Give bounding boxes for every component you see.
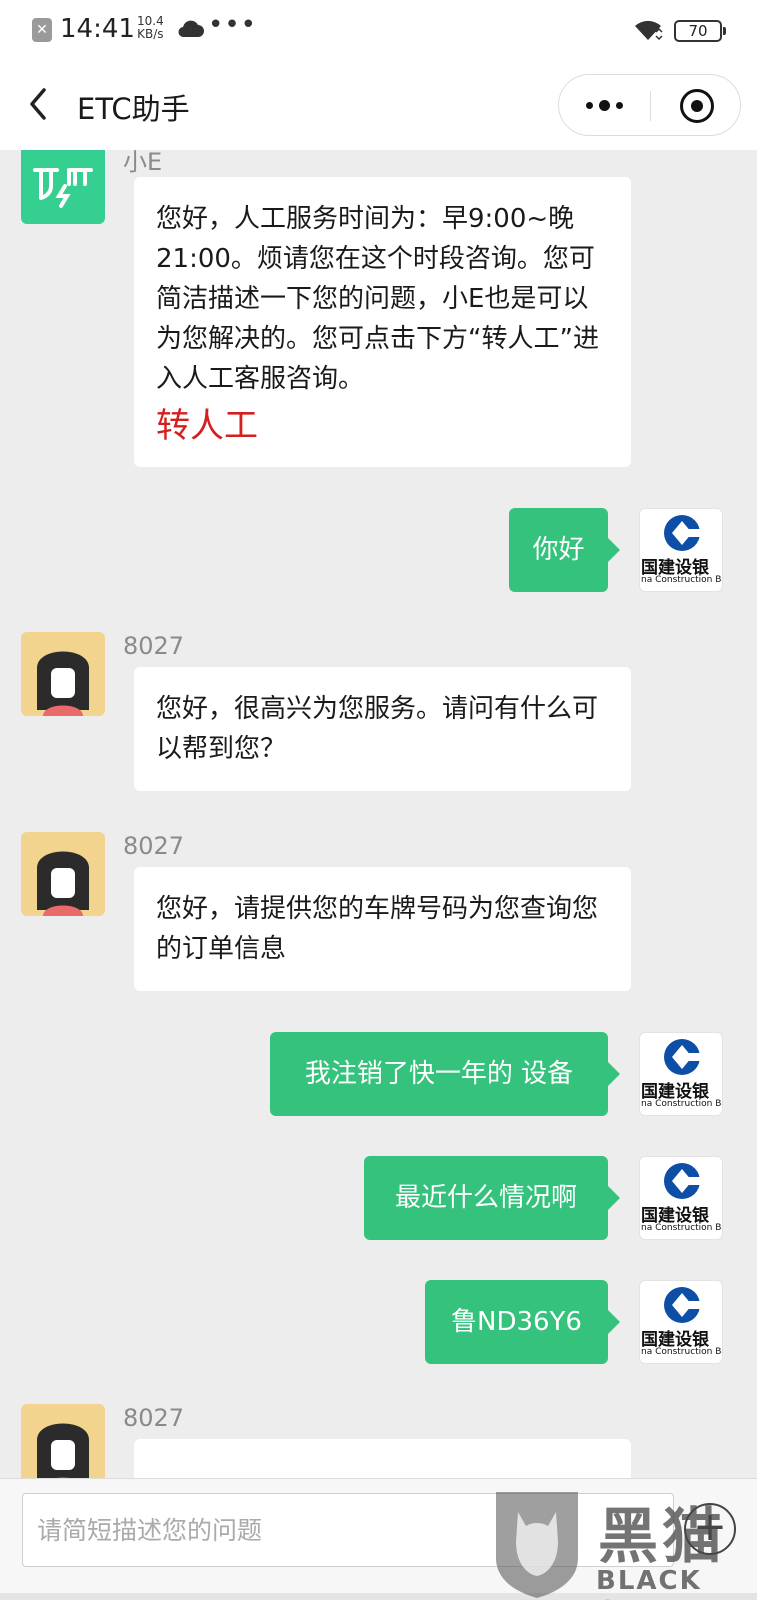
status-bar: ✕ 14:41 10.4 KB/s ••• 70 <box>0 0 757 62</box>
agent-avatar[interactable] <box>21 632 105 716</box>
agent-avatar[interactable] <box>21 1404 105 1478</box>
message-input[interactable] <box>22 1493 674 1567</box>
status-more: ••• <box>208 10 258 40</box>
cloud-icon <box>178 20 204 38</box>
message-text: 您好，很高兴为您服务。请问有什么可以帮到您？ <box>156 694 599 764</box>
girl-avatar-icon <box>37 1423 89 1478</box>
message-text: 您好，人工服务时间为：早9:00~晚21:00。烦请您在这个时段咨询。您可简洁描… <box>156 204 599 394</box>
ccb-name-en: na Construction Ba <box>641 1099 723 1109</box>
sender-name: 8027 <box>123 832 185 860</box>
sender-name: 8027 <box>123 1404 185 1432</box>
message-bubble-outgoing: 你好 <box>509 508 620 592</box>
user-avatar[interactable]: 国建设银 na Construction Ba <box>639 1032 723 1116</box>
capsule-divider <box>650 91 651 121</box>
message-bubble: 您好，很高兴为您服务。请问有什么可以帮到您？ <box>134 667 631 791</box>
ccb-name-en: na Construction Ba <box>641 1347 723 1357</box>
message-bubble: 您好，人工服务时间为：早9:00~晚21:00。烦请您在这个时段咨询。您可简洁描… <box>134 177 631 467</box>
mini-program-capsule <box>558 74 741 136</box>
more-icon[interactable] <box>584 75 624 135</box>
sender-name: 小E <box>123 150 163 176</box>
girl-avatar-icon <box>37 651 89 716</box>
input-bar: + <box>0 1478 757 1600</box>
plus-button[interactable]: + <box>684 1503 736 1555</box>
ccb-name-en: na Construction Ba <box>641 1223 723 1233</box>
page-title: ETC助手 <box>77 92 190 126</box>
message-bubble: 您好，请提供您的车牌号码为您查询您的订单信息 <box>134 867 631 991</box>
message-bubble-outgoing: 最近什么情况啊 <box>364 1156 620 1240</box>
network-speed: 10.4 KB/s <box>137 15 164 41</box>
transfer-to-human-link[interactable]: 转人工 <box>156 403 609 449</box>
user-avatar[interactable]: 国建设银 na Construction Ba <box>639 1156 723 1240</box>
sender-name: 8027 <box>123 632 185 660</box>
chevron-left-icon[interactable] <box>24 84 54 124</box>
bot-avatar[interactable] <box>21 150 105 224</box>
message-bubble <box>134 1439 631 1478</box>
nav-bar: ETC助手 <box>0 62 757 150</box>
girl-avatar-icon <box>37 851 89 916</box>
close-notification-icon: ✕ <box>32 18 52 42</box>
message-bubble-outgoing: 鲁ND36Y6 <box>425 1280 620 1364</box>
message-text: 您好，请提供您的车牌号码为您查询您的订单信息 <box>156 894 599 964</box>
battery-icon: 70 <box>674 20 726 42</box>
wifi-icon <box>635 20 663 41</box>
ccb-name-en: na Construction Ba <box>641 575 723 585</box>
network-speed-unit: KB/s <box>137 27 164 41</box>
agent-avatar[interactable] <box>21 832 105 916</box>
user-avatar[interactable]: 国建设银 na Construction Ba <box>639 1280 723 1364</box>
chat-list[interactable]: 小E 您好，人工服务时间为：早9:00~晚21:00。烦请您在这个时段咨询。您可… <box>0 150 757 1478</box>
message-bubble-outgoing: 我注销了快一年的 设备 <box>270 1032 620 1116</box>
user-avatar[interactable]: 国建设银 na Construction Ba <box>639 508 723 592</box>
home-indicator-bar <box>0 1593 757 1600</box>
bot-logo-icon <box>33 168 93 208</box>
status-time: 14:41 <box>60 14 135 44</box>
close-circle-icon[interactable] <box>680 89 714 123</box>
